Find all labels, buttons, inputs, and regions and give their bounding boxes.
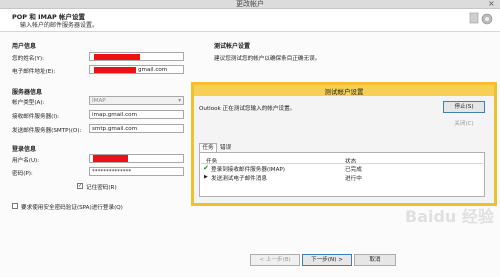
username-label: 用户名(U):	[12, 158, 40, 164]
test-settings-description: 建议您测试您的帐户以确保条目正确无误。	[214, 56, 321, 62]
task-status: 进行中	[345, 176, 362, 182]
test-settings-heading: 测试帐户设置	[214, 43, 251, 50]
name-label: 您的姓名(Y):	[12, 56, 45, 62]
task-status: 已完成	[345, 167, 362, 173]
window-title: 更改帐户	[236, 0, 264, 8]
spa-label: 要求使用安全密码验证(SPA)进行登录(Q)	[21, 205, 123, 211]
task-name: 发送测试电子邮件消息	[211, 176, 267, 182]
cancel-button[interactable]: 取消	[354, 254, 396, 266]
email-field[interactable]: gmail.com	[89, 65, 184, 74]
spa-checkbox[interactable]	[12, 203, 18, 209]
stop-button[interactable]: 停止(S)	[443, 101, 485, 113]
email-label: 电子邮件地址(E):	[12, 69, 56, 75]
table-row: ▶ 发送测试电子邮件消息 进行中	[199, 174, 485, 182]
password-label: 密码(P):	[12, 171, 33, 177]
name-field[interactable]	[89, 52, 184, 61]
incoming-server-field[interactable]: imap.gmail.com	[89, 110, 184, 119]
watermark: Baidu 经验	[405, 207, 494, 226]
outgoing-server-field[interactable]: smtp.gmail.com	[89, 124, 184, 133]
arrow-right-icon: ▶	[204, 174, 208, 180]
remember-password-label: 记住密码(R)	[86, 185, 117, 191]
next-button[interactable]: 下一步(N) >	[302, 254, 352, 266]
test-dialog-message: Outlook 正在测试您输入的帐户设置。	[199, 106, 296, 112]
back-button[interactable]: < 上一步(B)	[250, 254, 300, 266]
account-type-value: IMAP	[92, 98, 106, 104]
remember-password-checkbox[interactable]: ✓	[77, 183, 83, 189]
outgoing-server-label: 发送邮件服务器(SMTP)(O):	[12, 128, 82, 134]
test-dialog-title: 测试帐户设置	[324, 88, 364, 96]
close-button[interactable]: 关闭(C)	[443, 119, 485, 131]
redaction-mark	[94, 67, 136, 73]
redaction-mark	[94, 54, 140, 60]
chevron-down-icon: ▾	[178, 98, 181, 104]
settings-wizard-icon	[469, 12, 493, 25]
user-info-heading: 用户信息	[12, 43, 37, 50]
header-subtitle: 输入帐户的邮件服务器设置。	[20, 22, 99, 29]
username-field[interactable]	[89, 154, 184, 163]
account-type-select: IMAP ▾	[89, 96, 184, 105]
table-row: ✔ 登录到接收邮件服务器(IMAP) 已完成	[199, 164, 485, 173]
email-value: gmail.com	[138, 67, 168, 73]
task-name: 登录到接收邮件服务器(IMAP)	[211, 167, 285, 173]
check-icon: ✔	[203, 164, 209, 172]
login-info-heading: 登录信息	[12, 146, 37, 153]
tab-errors[interactable]: 错误	[220, 143, 231, 151]
redaction-mark	[93, 155, 128, 162]
account-type-label: 帐户类型(A):	[12, 100, 45, 106]
server-info-heading: 服务器信息	[12, 89, 43, 96]
close-icon[interactable]: ×	[488, 0, 495, 8]
grid-divider	[201, 163, 483, 164]
password-field[interactable]: **************	[89, 167, 184, 176]
incoming-server-label: 接收邮件服务器(I):	[12, 114, 60, 120]
